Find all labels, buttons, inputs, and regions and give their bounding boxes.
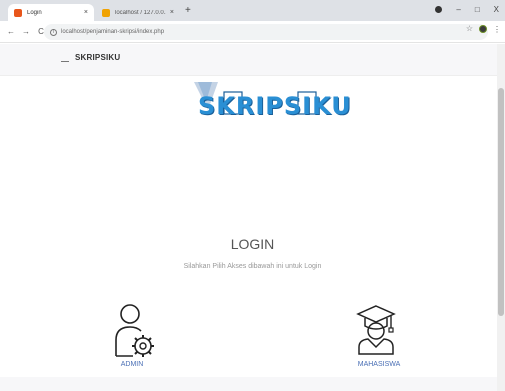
site-info-icon[interactable]: i (50, 28, 57, 36)
toolbar-right: ☆ (466, 24, 487, 33)
page-footer (0, 377, 497, 391)
menu-toggle-icon[interactable] (61, 61, 69, 62)
brand-title[interactable]: SKRIPSIKU (75, 53, 120, 62)
admin-gear-user-icon[interactable] (113, 302, 157, 358)
close-window-button[interactable]: X (494, 5, 499, 14)
back-button[interactable]: ← (7, 27, 15, 36)
minimize-button[interactable]: – (456, 5, 460, 14)
browser-tab-bar: Login × localhost / 127.0.0.1 / penjamin… (0, 0, 505, 21)
restore-button[interactable]: □ (475, 5, 480, 14)
tab-close-icon[interactable]: × (84, 9, 88, 16)
new-tab-button[interactable]: + (185, 5, 191, 16)
address-bar[interactable]: i localhost/penjaminan-skripsi/index.php (44, 24, 488, 40)
logo-text: SKRIPSIKU (198, 92, 352, 120)
browser-menu-icon[interactable]: ⋮ (493, 25, 501, 34)
url-text: localhost/penjaminan-skripsi/index.php (61, 29, 165, 35)
tab-close-icon[interactable]: × (170, 9, 174, 16)
bookmark-star-icon[interactable]: ☆ (466, 24, 473, 33)
extension-icon[interactable] (479, 24, 487, 33)
tab-label: localhost / 127.0.0.1 / penjaminan (115, 9, 166, 16)
profile-icon[interactable] (435, 6, 443, 13)
login-title: LOGIN (230, 236, 275, 252)
admin-label[interactable]: ADMIN (110, 361, 154, 368)
window-controls: – □ X (435, 5, 499, 14)
phpmyadmin-favicon-icon (102, 8, 110, 17)
login-favicon-icon (14, 8, 22, 17)
tab-label: Login (27, 9, 42, 16)
forward-button[interactable]: → (22, 27, 30, 36)
tab-phpmyadmin[interactable]: localhost / 127.0.0.1 / penjaminan × (96, 4, 180, 21)
tab-login[interactable]: Login × (8, 4, 94, 21)
graduate-icon[interactable] (356, 304, 396, 356)
page-header: SKRIPSIKU (0, 44, 497, 76)
mahasiswa-label[interactable]: MAHASISWA (349, 361, 409, 368)
scrollbar-thumb[interactable] (498, 88, 504, 316)
browser-toolbar: ← → C i localhost/penjaminan-skripsi/ind… (0, 21, 505, 43)
login-subtitle: Silahkan Pilih Akses dibawah ini untuk L… (183, 263, 322, 270)
